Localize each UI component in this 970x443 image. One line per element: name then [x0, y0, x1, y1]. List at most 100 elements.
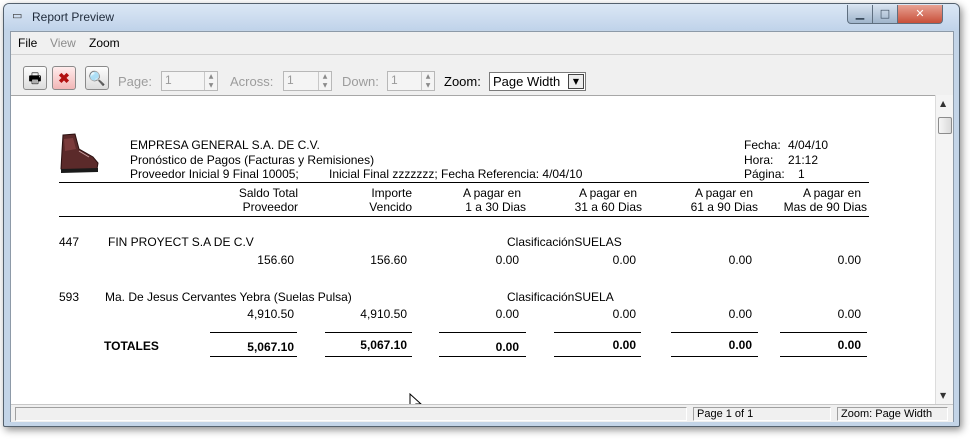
report-params-left: Proveedor Inicial 9 Final 10005; [130, 167, 299, 181]
menu-view[interactable]: View [50, 36, 76, 50]
col-header-4-line1: A pagar en [578, 186, 637, 200]
col-header-1-line2: Proveedor [242, 200, 298, 214]
close-icon: ✕ [915, 7, 925, 20]
hora-value: 21:12 [788, 153, 819, 167]
zoom-select-value: Page Width [493, 74, 561, 89]
totals-rule-1 [210, 332, 297, 333]
down-stepper[interactable]: 1 ▲ ▼ [387, 71, 435, 91]
row-2-val-3: 0.00 [495, 307, 519, 321]
col-header-5-line1: A pagar en [694, 186, 753, 200]
across-stepper-arrows[interactable]: ▲ ▼ [318, 72, 331, 90]
down-value: 1 [391, 73, 398, 87]
print-button[interactable]: 🖶 [23, 66, 47, 90]
col-header-2-line2: Vencido [369, 200, 412, 214]
totals-underline-4 [554, 356, 641, 357]
totals-rule-2 [325, 332, 412, 333]
page-label: Page: [118, 74, 152, 89]
col-header-1-line1: Saldo Total [238, 186, 298, 200]
fecha-value: 4/04/10 [788, 138, 829, 152]
totals-val-2: 5,067.10 [360, 338, 407, 352]
find-icon: 🔍 [88, 70, 106, 86]
maximize-button[interactable]: □ [872, 5, 898, 24]
company-name: EMPRESA GENERAL S.A. DE C.V. [130, 138, 320, 152]
row-1-val-5: 0.00 [728, 253, 752, 267]
row-2-val-6: 0.00 [837, 307, 861, 321]
across-stepper[interactable]: 1 ▲ ▼ [283, 71, 332, 91]
vertical-scrollbar[interactable]: ▲ ▼ [935, 95, 953, 404]
maximize-icon: □ [879, 7, 891, 20]
pagina-value: 1 [798, 167, 805, 181]
totals-underline-5 [671, 356, 758, 357]
report-preview-window: ▭ Report Preview ▁ □ ✕ File View Zoom 🖶 … [3, 3, 960, 427]
menu-file[interactable]: File [18, 36, 37, 50]
down-label: Down: [342, 74, 379, 89]
totals-underline-3 [439, 356, 526, 357]
menu-bar: File View Zoom [11, 32, 953, 52]
totals-val-3: 0.00 [495, 340, 519, 354]
totals-rule-6 [780, 332, 867, 333]
col-header-2-line1: Importe [371, 186, 412, 200]
col-header-6-line2: Mas de 90 Dias [783, 200, 867, 214]
page-stepper-arrows[interactable]: ▲ ▼ [204, 72, 217, 90]
col-header-3-line1: A pagar en [462, 186, 521, 200]
totals-rule-5 [671, 332, 758, 333]
window-client-area: File View Zoom 🖶 ✖ 🔍 Page: 1 ▲ ▼ Across: … [10, 31, 954, 422]
row-2-clasificacion: ClasificaciónSUELA [507, 290, 614, 304]
row-2-name: Ma. De Jesus Cervantes Yebra (Suelas Pul… [105, 290, 352, 304]
scroll-down-icon[interactable]: ▼ [940, 391, 946, 400]
status-bar: Page 1 of 1 Zoom: Page Width [11, 404, 953, 422]
window-title: Report Preview [32, 10, 115, 24]
zoom-label: Zoom: [444, 74, 481, 89]
minimize-button[interactable]: ▁ [847, 5, 873, 24]
print-icon: 🖶 [28, 70, 42, 86]
shoe-logo [60, 133, 99, 173]
row-2-val-4: 0.00 [612, 307, 636, 321]
cancel-button[interactable]: ✖ [52, 66, 76, 90]
totals-rule-3 [439, 332, 526, 333]
row-1-val-6: 0.00 [837, 253, 861, 267]
pagina-label: Página: [744, 167, 785, 181]
totals-val-6: 0.00 [837, 338, 861, 352]
across-label: Across: [230, 74, 274, 89]
header-rule-bottom [59, 216, 869, 217]
row-2-val-1: 4,910.50 [247, 307, 294, 321]
col-header-3-line2: 1 a 30 Dias [465, 200, 526, 214]
menu-zoom[interactable]: Zoom [89, 36, 120, 50]
toolbar: 🖶 ✖ 🔍 Page: 1 ▲ ▼ Across: 1 ▲ ▼ Down: 1 ▲ ▼… [11, 54, 953, 96]
status-page: Page 1 of 1 [693, 407, 831, 421]
find-button[interactable]: 🔍 [85, 66, 109, 90]
col-header-5-line2: 61 a 90 Dias [690, 200, 758, 214]
close-button[interactable]: ✕ [897, 5, 943, 24]
row-1-name: FIN PROYECT S.A DE C.V [108, 235, 254, 249]
header-rule-top [59, 182, 869, 183]
scroll-up-icon[interactable]: ▲ [940, 99, 946, 108]
row-2-id: 593 [59, 290, 80, 304]
status-main [15, 407, 687, 421]
row-1-val-2: 156.60 [370, 253, 407, 267]
chevron-down-icon[interactable]: ▼ [568, 74, 584, 89]
report-subtitle: Pronóstico de Pagos (Facturas y Remision… [130, 153, 375, 167]
window-menu-icon[interactable]: ▭ [12, 11, 24, 22]
minimize-icon: ▁ [855, 7, 865, 20]
totals-val-1: 5,067.10 [247, 340, 294, 354]
totals-val-4: 0.00 [612, 338, 636, 352]
fecha-label: Fecha: [744, 138, 781, 152]
across-value: 1 [287, 73, 294, 87]
title-bar[interactable]: ▭ Report Preview ▁ □ ✕ [4, 4, 959, 30]
page-value: 1 [165, 73, 172, 87]
page-stepper[interactable]: 1 ▲ ▼ [161, 71, 218, 91]
row-1-val-3: 0.00 [495, 253, 519, 267]
totals-val-5: 0.00 [728, 338, 752, 352]
col-header-6-line1: A pagar en [802, 186, 861, 200]
totals-rule-4 [554, 332, 641, 333]
cancel-icon: ✖ [58, 70, 70, 86]
zoom-select[interactable]: Page Width ▼ [489, 72, 586, 91]
totals-underline-2 [325, 356, 412, 357]
totals-underline-6 [780, 356, 867, 357]
down-stepper-arrows[interactable]: ▲ ▼ [421, 72, 434, 90]
totals-underline-1 [210, 356, 297, 357]
report-preview-area[interactable]: EMPRESA GENERAL S.A. DE C.V. Pronóstico … [11, 95, 935, 413]
scrollbar-thumb[interactable] [938, 117, 952, 134]
row-1-clasificacion: ClasificaciónSUELAS [507, 235, 622, 249]
col-header-4-line2: 31 a 60 Dias [574, 200, 642, 214]
